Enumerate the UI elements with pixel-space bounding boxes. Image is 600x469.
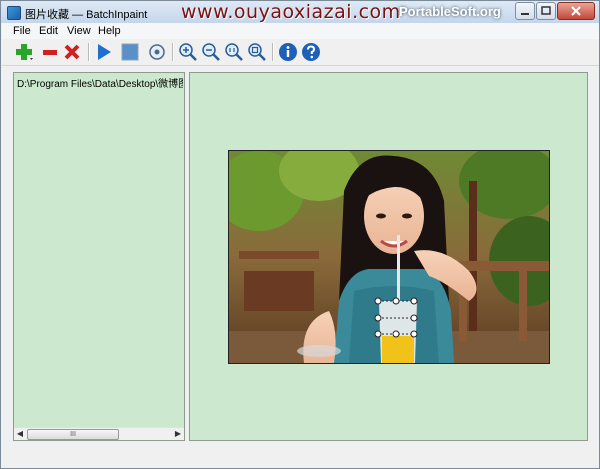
zoom-out-button[interactable] [201,42,221,62]
settings-button[interactable] [147,42,167,62]
menu-file[interactable]: File [13,25,31,37]
help-button[interactable] [301,42,321,62]
file-list-item[interactable]: D:\Program Files\Data\Desktop\微博图片 [17,75,183,90]
stop-icon [121,43,139,61]
file-list-panel[interactable]: D:\Program Files\Data\Desktop\微博图片 ◀ III… [13,72,185,441]
close-button[interactable] [557,2,595,20]
zoom-in-icon [179,43,197,61]
maximize-button[interactable] [536,2,556,20]
app-icon [7,6,21,20]
play-icon [98,44,111,60]
app-window: 图片收藏 — BatchInpaint www.ouyaoxiazai.com … [0,0,600,469]
menu-help[interactable]: Help [98,25,121,37]
stop-button[interactable] [120,42,140,62]
watermark-overlay-text: PortableSoft.org [399,4,501,19]
zoom-fit-button[interactable] [247,42,267,62]
toolbar [2,39,599,66]
menu-view[interactable]: View [67,25,91,37]
status-bar [2,447,599,468]
preview-image[interactable] [228,150,550,364]
zoom-actual-icon [225,43,243,61]
remove-icon [43,50,57,55]
minimize-button[interactable] [515,2,535,20]
scroll-right-arrow[interactable]: ▶ [172,428,184,440]
help-icon [302,43,320,61]
zoom-actual-button[interactable] [224,42,244,62]
add-icon [16,44,33,60]
title-bar[interactable]: 图片收藏 — BatchInpaint www.ouyaoxiazai.com … [1,1,599,23]
info-icon [279,43,297,61]
minimize-icon [521,13,529,15]
menu-edit[interactable]: Edit [39,25,58,37]
delete-button[interactable] [62,42,82,62]
zoom-in-button[interactable] [178,42,198,62]
settings-icon [149,44,165,60]
menu-bar: File Edit View Help [2,23,599,39]
photo-drawing [229,151,549,363]
zoom-out-icon [202,43,220,61]
add-button[interactable] [14,42,34,62]
image-preview-panel[interactable] [189,72,588,441]
delete-icon [64,44,80,60]
zoom-fit-icon [248,43,266,61]
watermark-text: www.ouyaoxiazai.com [181,1,401,23]
start-button[interactable] [94,42,114,62]
maximize-icon [541,6,551,15]
window-title: 图片收藏 — BatchInpaint [25,9,148,21]
remove-button[interactable] [40,42,60,62]
close-icon [571,6,581,16]
horizontal-scrollbar[interactable]: ◀ III ▶ [14,427,184,440]
scroll-left-arrow[interactable]: ◀ [14,428,26,440]
scroll-thumb[interactable]: III [27,429,119,440]
info-button[interactable] [278,42,298,62]
